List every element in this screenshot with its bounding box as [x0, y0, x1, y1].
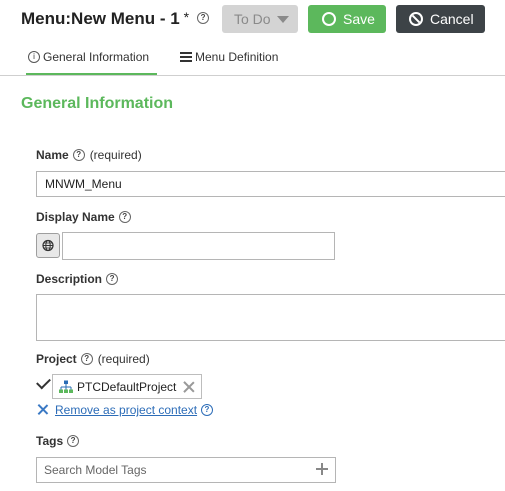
remove-project-icon[interactable]	[182, 380, 196, 394]
project-label: Project? (required)	[36, 352, 150, 366]
name-label-text: Name	[36, 148, 69, 162]
unsaved-marker: *	[183, 9, 190, 25]
hierarchy-icon	[59, 380, 73, 393]
check-icon	[36, 374, 51, 390]
tab-bar: i General Information Menu Definition	[0, 40, 505, 76]
plus-icon[interactable]	[316, 463, 328, 475]
caret-down-icon	[277, 16, 289, 23]
required-marker: (required)	[97, 352, 150, 366]
state-dropdown-button[interactable]: To Do	[222, 5, 298, 33]
cancel-label: Cancel	[430, 11, 474, 27]
help-icon[interactable]: ?	[72, 148, 85, 161]
description-label-text: Description	[36, 272, 103, 286]
title-type-label: Menu:	[21, 9, 72, 28]
tab-general-information[interactable]: i General Information	[26, 40, 157, 75]
info-icon: i	[28, 50, 40, 63]
cancel-button[interactable]: Cancel	[396, 5, 485, 33]
description-label: Description?	[36, 272, 119, 286]
circle-icon	[322, 12, 336, 26]
page-title: Menu:New Menu - 1 *?	[21, 9, 210, 29]
editor-header: Menu:New Menu - 1 *? To Do Save Cancel	[0, 0, 505, 40]
required-marker: (required)	[89, 148, 142, 162]
title-menu-name: New Menu - 1	[71, 9, 180, 28]
tab-menu-definition-label: Menu Definition	[195, 50, 279, 64]
help-icon[interactable]: ?	[106, 272, 119, 285]
name-field[interactable]: MNWM_Menu	[36, 171, 505, 197]
close-icon[interactable]	[37, 403, 49, 416]
section-title: General Information	[21, 95, 174, 112]
help-icon[interactable]: ?	[67, 434, 80, 447]
language-button[interactable]	[36, 233, 60, 258]
cancel-icon	[409, 12, 423, 26]
display-name-label: Display Name?	[36, 210, 131, 224]
state-label: To Do	[234, 11, 271, 27]
globe-icon	[42, 239, 54, 252]
tab-menu-definition[interactable]: Menu Definition	[180, 40, 278, 74]
tab-general-information-label: General Information	[43, 50, 150, 64]
tags-label: Tags?	[36, 434, 80, 448]
name-label: Name? (required)	[36, 148, 142, 162]
save-label: Save	[343, 11, 375, 27]
project-name: PTCDefaultProject	[77, 380, 177, 394]
help-icon[interactable]: ?	[197, 11, 210, 24]
help-icon[interactable]: ?	[80, 352, 93, 365]
project-chip: PTCDefaultProject	[52, 374, 202, 399]
tags-label-text: Tags	[36, 434, 64, 448]
display-name-label-text: Display Name	[36, 210, 115, 224]
tags-search-input[interactable]: Search Model Tags	[36, 457, 336, 483]
help-icon[interactable]: ?	[201, 404, 213, 416]
project-label-text: Project	[36, 352, 77, 366]
display-name-field[interactable]	[62, 232, 335, 260]
list-icon	[180, 51, 192, 62]
remove-project-context-link[interactable]: Remove as project context	[55, 403, 197, 417]
description-field[interactable]	[36, 294, 505, 341]
save-button[interactable]: Save	[308, 5, 386, 33]
help-icon[interactable]: ?	[118, 210, 131, 223]
